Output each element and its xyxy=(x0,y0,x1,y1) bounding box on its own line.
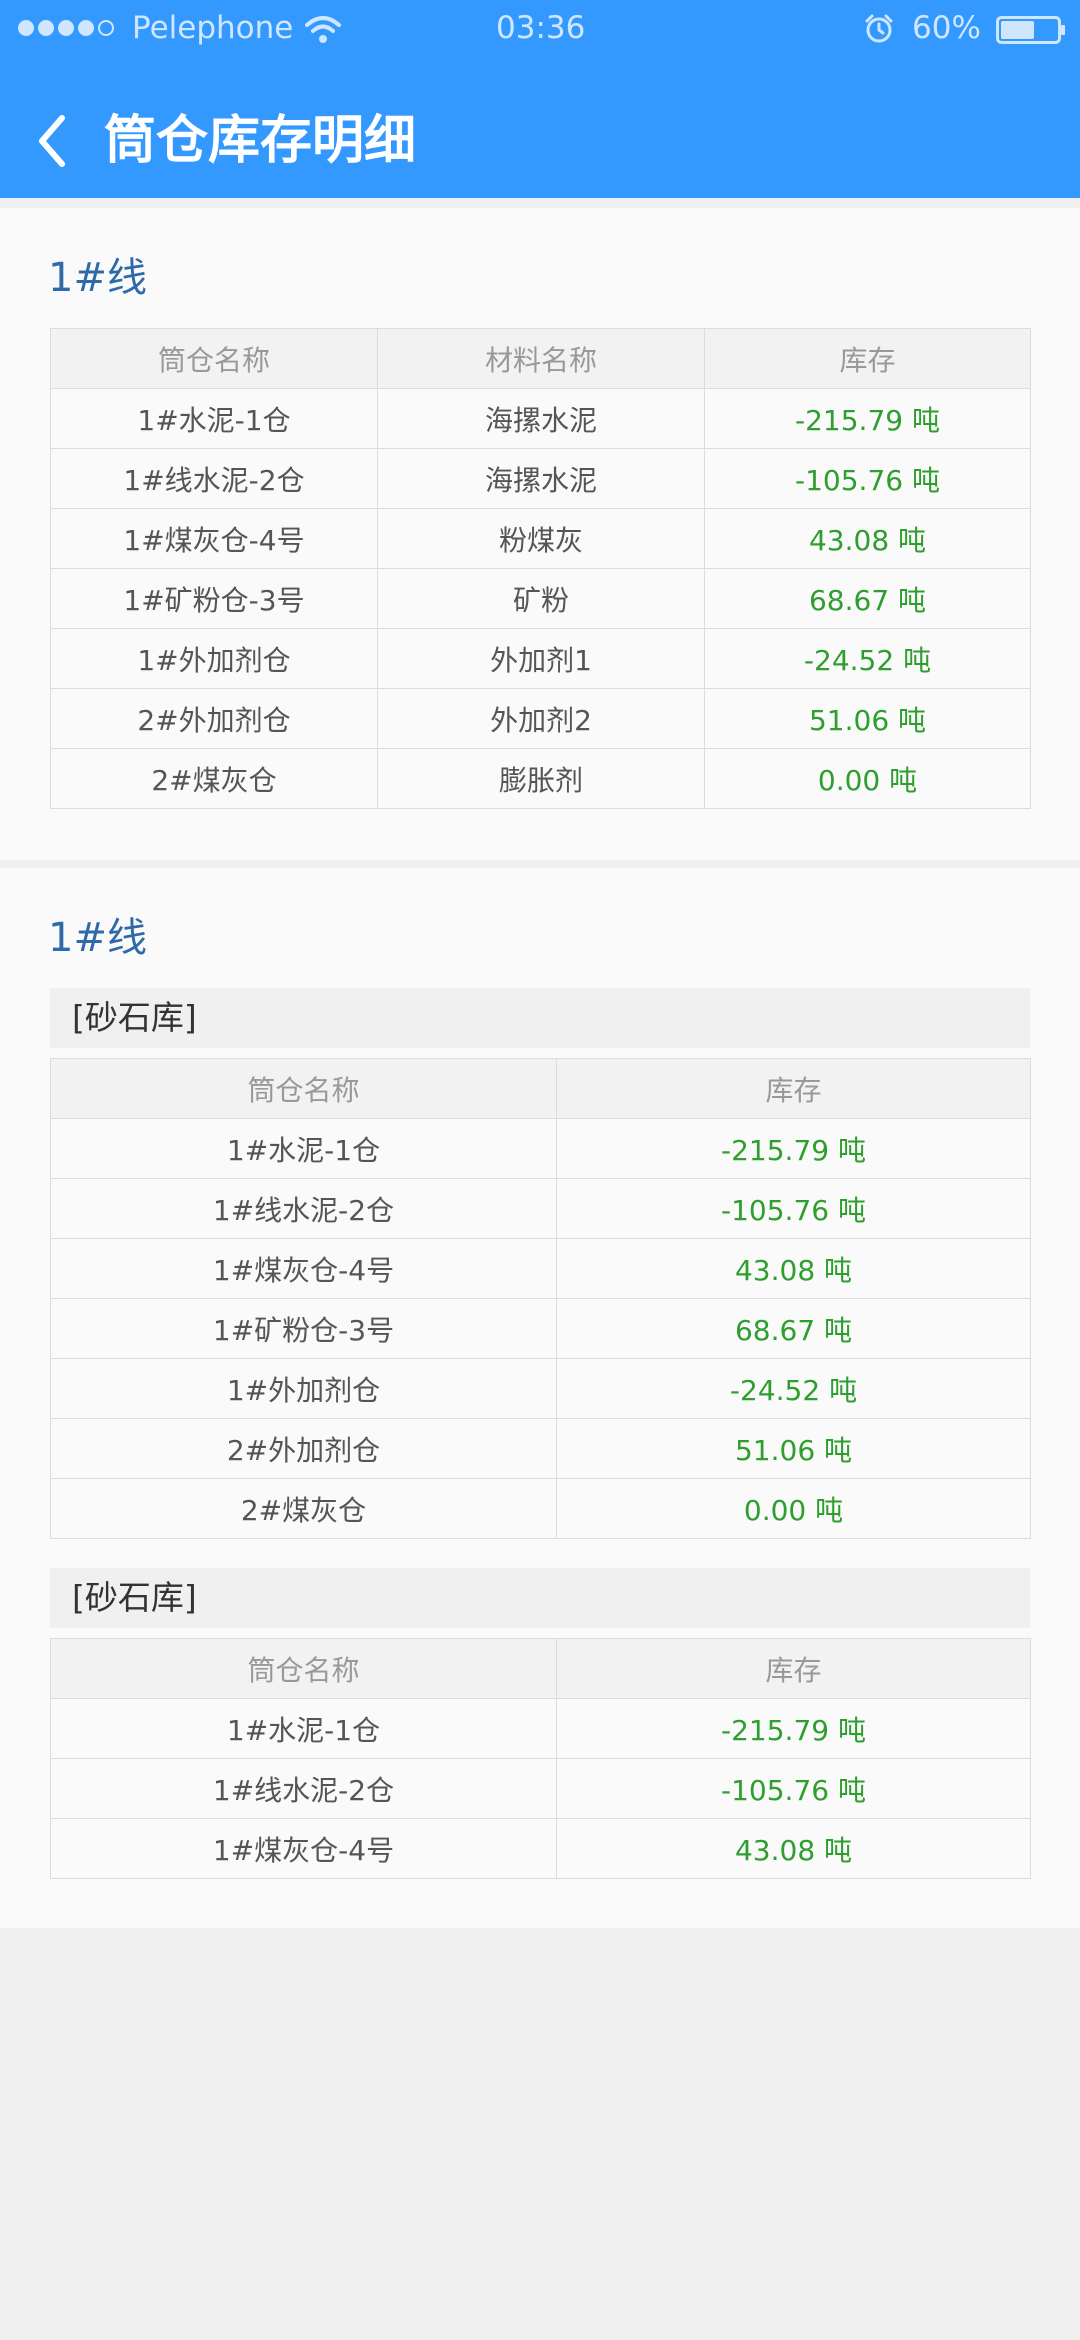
app-bar: 筒仓库存明细 xyxy=(0,60,1080,198)
stock-value: -24.52 吨 xyxy=(556,1358,1031,1419)
table-header-row: 筒仓名称 材料名称 库存 xyxy=(50,328,1031,389)
stock-value: 68.67 吨 xyxy=(556,1298,1031,1359)
group-header: [砂石库] xyxy=(50,1568,1030,1628)
table-row: 2#煤灰仓 0.00 吨 xyxy=(50,1478,1031,1539)
material-name: 海摞水泥 xyxy=(377,388,705,449)
stock-value: -105.76 吨 xyxy=(556,1758,1031,1819)
column-header-stock: 库存 xyxy=(556,1638,1031,1699)
material-name: 矿粉 xyxy=(377,568,705,629)
stock-value: 43.08 吨 xyxy=(556,1238,1031,1299)
silo-name: 1#线水泥-2仓 xyxy=(50,1178,557,1239)
page-title: 筒仓库存明细 xyxy=(104,111,417,171)
clock: 03:36 xyxy=(496,10,586,46)
silo-material-table: 筒仓名称 材料名称 库存 1#水泥-1仓 海摞水泥 -215.79 吨 1#线水… xyxy=(50,328,1031,809)
table-row: 1#线水泥-2仓 海摞水泥 -105.76 吨 xyxy=(50,448,1031,509)
column-header-silo-name: 筒仓名称 xyxy=(50,1058,557,1119)
table-row: 1#矿粉仓-3号 68.67 吨 xyxy=(50,1298,1031,1359)
back-arrow-icon[interactable] xyxy=(32,112,72,170)
silo-name: 1#水泥-1仓 xyxy=(50,1118,557,1179)
table-row: 1#煤灰仓-4号 43.08 吨 xyxy=(50,1238,1031,1299)
material-name: 外加剂1 xyxy=(377,628,705,689)
silo-name: 2#煤灰仓 xyxy=(50,1478,557,1539)
silo-name: 1#外加剂仓 xyxy=(50,1358,557,1419)
stock-value: -215.79 吨 xyxy=(556,1698,1031,1759)
group-header: [砂石库] xyxy=(50,988,1030,1048)
table-row: 1#外加剂仓 -24.52 吨 xyxy=(50,1358,1031,1419)
material-name: 膨胀剂 xyxy=(377,748,705,809)
table-row: 1#水泥-1仓 -215.79 吨 xyxy=(50,1698,1031,1759)
silo-stock-table: 筒仓名称 库存 1#水泥-1仓 -215.79 吨 1#线水泥-2仓 -105.… xyxy=(50,1058,1031,1539)
table-row: 2#外加剂仓 外加剂2 51.06 吨 xyxy=(50,688,1031,749)
silo-name: 1#线水泥-2仓 xyxy=(50,1758,557,1819)
silo-name: 1#水泥-1仓 xyxy=(50,388,378,449)
table-row: 1#外加剂仓 外加剂1 -24.52 吨 xyxy=(50,628,1031,689)
table-header-row: 筒仓名称 库存 xyxy=(50,1058,1031,1119)
table-row: 1#水泥-1仓 海摞水泥 -215.79 吨 xyxy=(50,388,1031,449)
silo-name: 1#矿粉仓-3号 xyxy=(50,568,378,629)
column-header-silo-name: 筒仓名称 xyxy=(50,328,378,389)
column-header-stock: 库存 xyxy=(556,1058,1031,1119)
stock-value: -105.76 吨 xyxy=(556,1178,1031,1239)
column-header-silo-name: 筒仓名称 xyxy=(50,1638,557,1699)
stock-value: 68.67 吨 xyxy=(704,568,1031,629)
silo-name: 1#外加剂仓 xyxy=(50,628,378,689)
battery-icon xyxy=(996,16,1065,44)
silo-name: 1#水泥-1仓 xyxy=(50,1698,557,1759)
table-row: 1#线水泥-2仓 -105.76 吨 xyxy=(50,1758,1031,1819)
stock-value: -24.52 吨 xyxy=(704,628,1031,689)
material-name: 粉煤灰 xyxy=(377,508,705,569)
stock-value: -105.76 吨 xyxy=(704,448,1031,509)
table-header-row: 筒仓名称 库存 xyxy=(50,1638,1031,1699)
silo-name: 1#煤灰仓-4号 xyxy=(50,1238,557,1299)
table-row: 1#煤灰仓-4号 43.08 吨 xyxy=(50,1818,1031,1879)
column-header-material-name: 材料名称 xyxy=(377,328,705,389)
silo-name: 2#煤灰仓 xyxy=(50,748,378,809)
column-header-stock: 库存 xyxy=(704,328,1031,389)
material-name: 外加剂2 xyxy=(377,688,705,749)
table-row: 1#煤灰仓-4号 粉煤灰 43.08 吨 xyxy=(50,508,1031,569)
material-name: 海摞水泥 xyxy=(377,448,705,509)
line-title: 1#线 xyxy=(48,915,147,961)
stock-value: -215.79 吨 xyxy=(556,1118,1031,1179)
signal-strength-icon xyxy=(18,20,114,36)
battery-percentage: 60% xyxy=(912,10,981,46)
stock-value: 51.06 吨 xyxy=(556,1418,1031,1479)
table-row: 1#水泥-1仓 -215.79 吨 xyxy=(50,1118,1031,1179)
silo-stock-table: 筒仓名称 库存 1#水泥-1仓 -215.79 吨 1#线水泥-2仓 -105.… xyxy=(50,1638,1031,1879)
carrier-name: Pelephone xyxy=(132,10,294,46)
silo-name: 1#矿粉仓-3号 xyxy=(50,1298,557,1359)
wifi-icon xyxy=(305,16,341,43)
table-row: 1#矿粉仓-3号 矿粉 68.67 吨 xyxy=(50,568,1031,629)
status-bar: Pelephone 03:36 60% xyxy=(0,0,1080,60)
stock-value: 51.06 吨 xyxy=(704,688,1031,749)
silo-name: 2#外加剂仓 xyxy=(50,688,378,749)
stock-value: 0.00 吨 xyxy=(704,748,1031,809)
stock-value: 43.08 吨 xyxy=(704,508,1031,569)
silo-name: 1#煤灰仓-4号 xyxy=(50,1818,557,1879)
stock-value: -215.79 吨 xyxy=(704,388,1031,449)
table-row: 2#外加剂仓 51.06 吨 xyxy=(50,1418,1031,1479)
silo-name: 2#外加剂仓 xyxy=(50,1418,557,1479)
table-row: 1#线水泥-2仓 -105.76 吨 xyxy=(50,1178,1031,1239)
table-row: 2#煤灰仓 膨胀剂 0.00 吨 xyxy=(50,748,1031,809)
silo-name: 1#线水泥-2仓 xyxy=(50,448,378,509)
line-section-1: 1#线 筒仓名称 材料名称 库存 1#水泥-1仓 海摞水泥 -215.79 吨 … xyxy=(0,208,1080,860)
stock-value: 0.00 吨 xyxy=(556,1478,1031,1539)
silo-name: 1#煤灰仓-4号 xyxy=(50,508,378,569)
stock-value: 43.08 吨 xyxy=(556,1818,1031,1879)
line-section-2: 1#线 [砂石库] 筒仓名称 库存 1#水泥-1仓 -215.79 吨 1#线水… xyxy=(0,868,1080,1928)
line-title: 1#线 xyxy=(48,255,147,301)
alarm-icon xyxy=(865,14,893,43)
